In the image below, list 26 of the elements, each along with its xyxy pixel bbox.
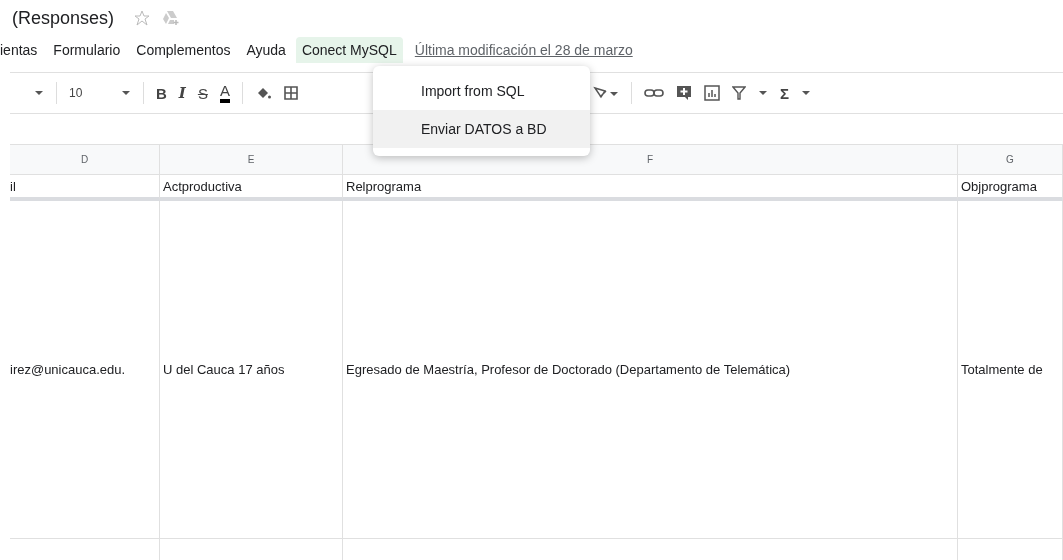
menu-item[interactable]: Ayuda <box>240 37 292 63</box>
table-cell: Totalmente de <box>961 362 1043 377</box>
column-header[interactable]: G <box>958 144 1063 175</box>
table-cell: Actproductiva <box>163 178 242 194</box>
document-title: (Responses) <box>12 7 115 29</box>
table-cell: Egresado de Maestría, Profesor de Doctorado (Departamento de Telemática) <box>346 362 791 377</box>
menu-item[interactable]: Formulario <box>47 37 127 63</box>
table-cell: il <box>10 178 16 194</box>
menu-item[interactable]: ientas <box>0 37 44 63</box>
bold-button[interactable]: B <box>156 84 167 102</box>
last-edit-link[interactable]: Última modificación el 28 de marzo <box>414 42 633 58</box>
column-header[interactable]: E <box>160 144 343 175</box>
table-cell: Objprograma <box>961 178 1037 194</box>
italic-button[interactable]: I <box>178 84 186 102</box>
text-color-button[interactable]: A <box>219 83 230 103</box>
menu-item[interactable]: Import from SQL <box>373 72 590 110</box>
table-cell: irez@unicauca.edu. <box>10 362 126 377</box>
column-header[interactable]: D <box>10 144 160 175</box>
strikethrough-button[interactable]: S <box>197 84 208 102</box>
menu-item[interactable]: Complementos <box>130 37 237 63</box>
functions-button[interactable]: Σ <box>779 84 789 102</box>
table-cell: U del Cauca 17 años <box>163 362 285 377</box>
menu-item[interactable]: Enviar DATOS a BD <box>373 110 590 148</box>
table-cell: Relprograma <box>346 178 422 194</box>
font-size-field[interactable]: 10 <box>69 86 109 100</box>
menu-item[interactable]: Conect MySQL <box>295 37 403 63</box>
